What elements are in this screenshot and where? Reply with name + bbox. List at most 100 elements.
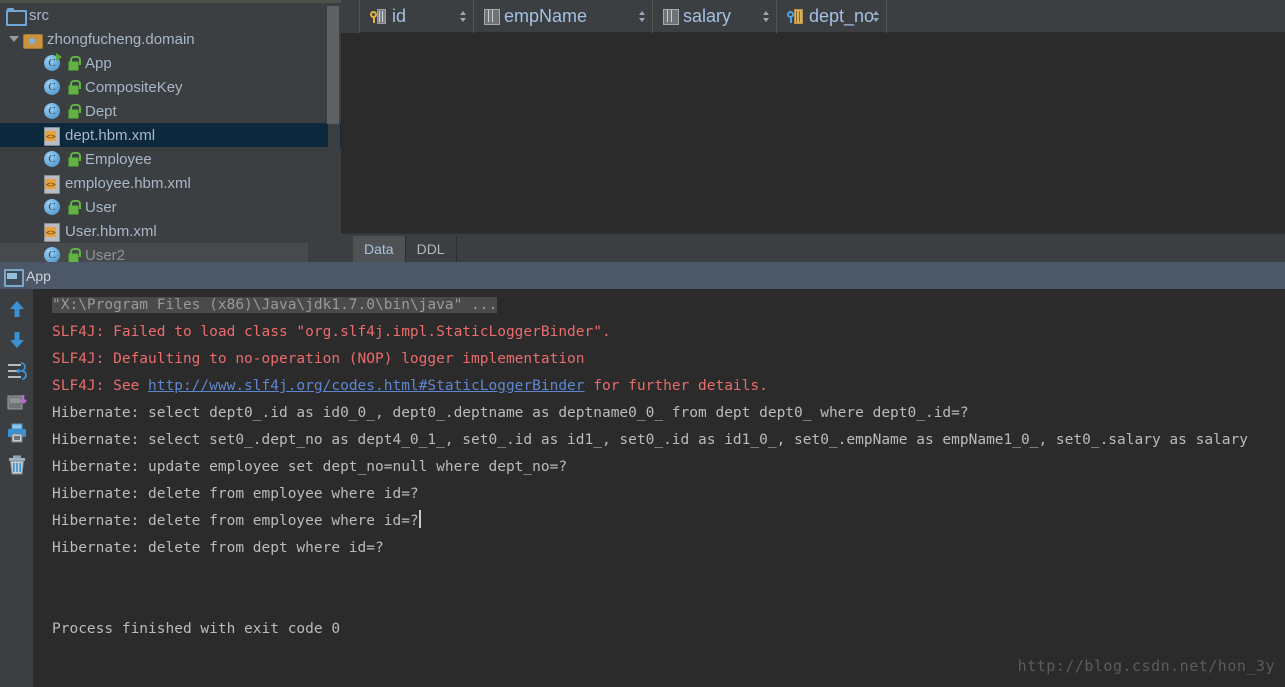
tree-item-label: User.hbm.xml <box>65 222 157 240</box>
soft-wrap-icon <box>8 362 27 380</box>
tree-item-label: Dept <box>85 102 117 120</box>
java-class-icon <box>44 151 60 167</box>
tree-item-user-hbm-xml[interactable]: <> User.hbm.xml <box>0 219 341 243</box>
data-table-body[interactable] <box>341 33 1285 233</box>
tree-item-label: User <box>85 198 117 216</box>
xml-file-icon: <> <box>44 126 60 146</box>
console-line-prefix: SLF4J: See <box>52 378 149 394</box>
column-header-empname[interactable]: empName <box>474 0 653 33</box>
unlocked-padlock-icon <box>66 56 81 71</box>
scroll-down-button[interactable] <box>6 329 28 351</box>
print-button[interactable] <box>6 422 28 444</box>
tree-item-user[interactable]: User <box>0 195 341 219</box>
text-caret <box>418 510 421 528</box>
console-line-error-with-link: SLF4J: See http://www.slf4j.org/codes.ht… <box>52 373 1285 400</box>
project-tree-pane[interactable]: src zhongfucheng.domain App CompositeKey <box>0 0 341 262</box>
console-line-sql: Hibernate: update employee set dept_no=n… <box>52 459 568 475</box>
arrow-up-icon <box>10 301 24 317</box>
console-line-sql: Hibernate: select set0_.dept_no as dept4… <box>52 432 1248 448</box>
java-class-icon <box>44 199 60 215</box>
tree-item-label: zhongfucheng.domain <box>47 30 195 48</box>
tree-item-dept[interactable]: Dept <box>0 99 341 123</box>
tree-item-label: Employee <box>85 150 152 168</box>
tab-gutter <box>341 233 353 262</box>
xml-file-icon: <> <box>44 222 60 242</box>
tree-item-label: employee.hbm.xml <box>65 174 191 192</box>
tree-item-label: App <box>85 54 112 72</box>
column-header-label: empName <box>504 5 588 26</box>
tree-item-zhongfucheng-domain[interactable]: zhongfucheng.domain <box>0 27 341 51</box>
column-header-dept-no[interactable]: dept_no <box>777 0 887 33</box>
console-line-command: "X:\Program Files (x86)\Java\jdk1.7.0\bi… <box>52 297 498 313</box>
folder-blue-icon <box>6 8 27 26</box>
tab-ddl[interactable]: DDL <box>406 236 457 262</box>
sort-toggle-icon[interactable] <box>873 10 880 22</box>
tree-scrollbar-thumb[interactable] <box>327 6 339 124</box>
run-configuration-icon <box>4 268 24 287</box>
sort-toggle-icon[interactable] <box>639 10 646 22</box>
column-header-salary[interactable]: salary <box>653 0 777 33</box>
export-icon <box>7 395 27 410</box>
column-header-id[interactable]: id <box>360 0 474 33</box>
tree-item-label: CompositeKey <box>85 78 183 96</box>
console-line-sql: Hibernate: select dept0_.id as id0_0_, d… <box>52 405 969 421</box>
data-table-header: id empName salary dept_no <box>341 0 1285 33</box>
console-line-suffix: for further details. <box>584 378 768 394</box>
java-class-icon <box>44 79 60 95</box>
primary-key-column-icon <box>370 8 387 24</box>
run-window-header: App <box>0 262 1285 289</box>
data-view-tabs: Data DDL <box>341 233 1285 262</box>
slf4j-help-link[interactable]: http://www.slf4j.org/codes.html#StaticLo… <box>148 378 585 394</box>
console-line-sql: Hibernate: delete from dept where id=? <box>52 540 384 556</box>
scroll-up-button[interactable] <box>6 298 28 320</box>
tree-item-dept-hbm-xml[interactable]: <> dept.hbm.xml <box>0 123 341 147</box>
column-header-label: salary <box>683 5 732 26</box>
console-output[interactable]: "X:\Program Files (x86)\Java\jdk1.7.0\bi… <box>33 289 1285 687</box>
ide-window: src zhongfucheng.domain App CompositeKey <box>0 0 1285 687</box>
tree-item-label: User2 <box>85 246 126 263</box>
xml-file-icon: <> <box>44 174 60 194</box>
console-line-text: Hibernate: delete from employee where id… <box>52 513 419 529</box>
tree-scrollbar-track[interactable] <box>327 3 340 253</box>
row-number-header <box>341 0 360 33</box>
trash-icon <box>9 455 25 475</box>
tree-item-label: dept.hbm.xml <box>65 126 156 144</box>
sort-toggle-icon[interactable] <box>460 10 467 22</box>
export-to-file-button[interactable] <box>6 391 28 413</box>
console-toolbar <box>0 289 33 687</box>
tree-item-user2[interactable]: User2 <box>0 243 308 262</box>
top-region: src zhongfucheng.domain App CompositeKey <box>0 0 1285 262</box>
unlocked-padlock-icon <box>66 104 81 119</box>
foreign-key-column-icon <box>787 8 804 24</box>
data-table-pane: id empName salary dept_no Data DDL <box>341 0 1285 262</box>
java-class-icon <box>44 103 60 119</box>
console-line-error: SLF4J: Defaulting to no-operation (NOP) … <box>52 351 585 367</box>
tab-data[interactable]: Data <box>353 236 406 262</box>
unlocked-padlock-icon <box>66 248 81 262</box>
tree-item-src[interactable]: src <box>0 3 341 27</box>
column-icon <box>663 8 679 25</box>
column-icon <box>484 8 500 25</box>
java-class-runnable-icon <box>44 53 62 71</box>
column-header-label: dept_no <box>809 5 875 26</box>
console-line-error: SLF4J: Failed to load class "org.slf4j.i… <box>52 324 611 340</box>
unlocked-padlock-icon <box>66 80 81 95</box>
clear-all-button[interactable] <box>6 454 28 476</box>
watermark-text: http://blog.csdn.net/hon_3y <box>1017 657 1275 675</box>
soft-wrap-button[interactable] <box>6 360 28 382</box>
tree-item-compositekey[interactable]: CompositeKey <box>0 75 341 99</box>
tree-item-app[interactable]: App <box>0 51 341 75</box>
column-header-label: id <box>392 5 407 26</box>
project-tree-list[interactable]: src zhongfucheng.domain App CompositeKey <box>0 3 341 262</box>
console-line-sql: Hibernate: delete from employee where id… <box>52 486 419 502</box>
tree-item-employee-hbm-xml[interactable]: <> employee.hbm.xml <box>0 171 341 195</box>
tree-item-employee[interactable]: Employee <box>0 147 341 171</box>
run-console-region: "X:\Program Files (x86)\Java\jdk1.7.0\bi… <box>0 289 1285 687</box>
arrow-down-icon <box>10 332 24 348</box>
console-line-sql-with-caret: Hibernate: delete from employee where id… <box>52 508 1285 535</box>
run-window-title: App <box>26 267 51 284</box>
chevron-down-icon[interactable] <box>9 34 20 45</box>
sort-toggle-icon[interactable] <box>763 10 770 22</box>
